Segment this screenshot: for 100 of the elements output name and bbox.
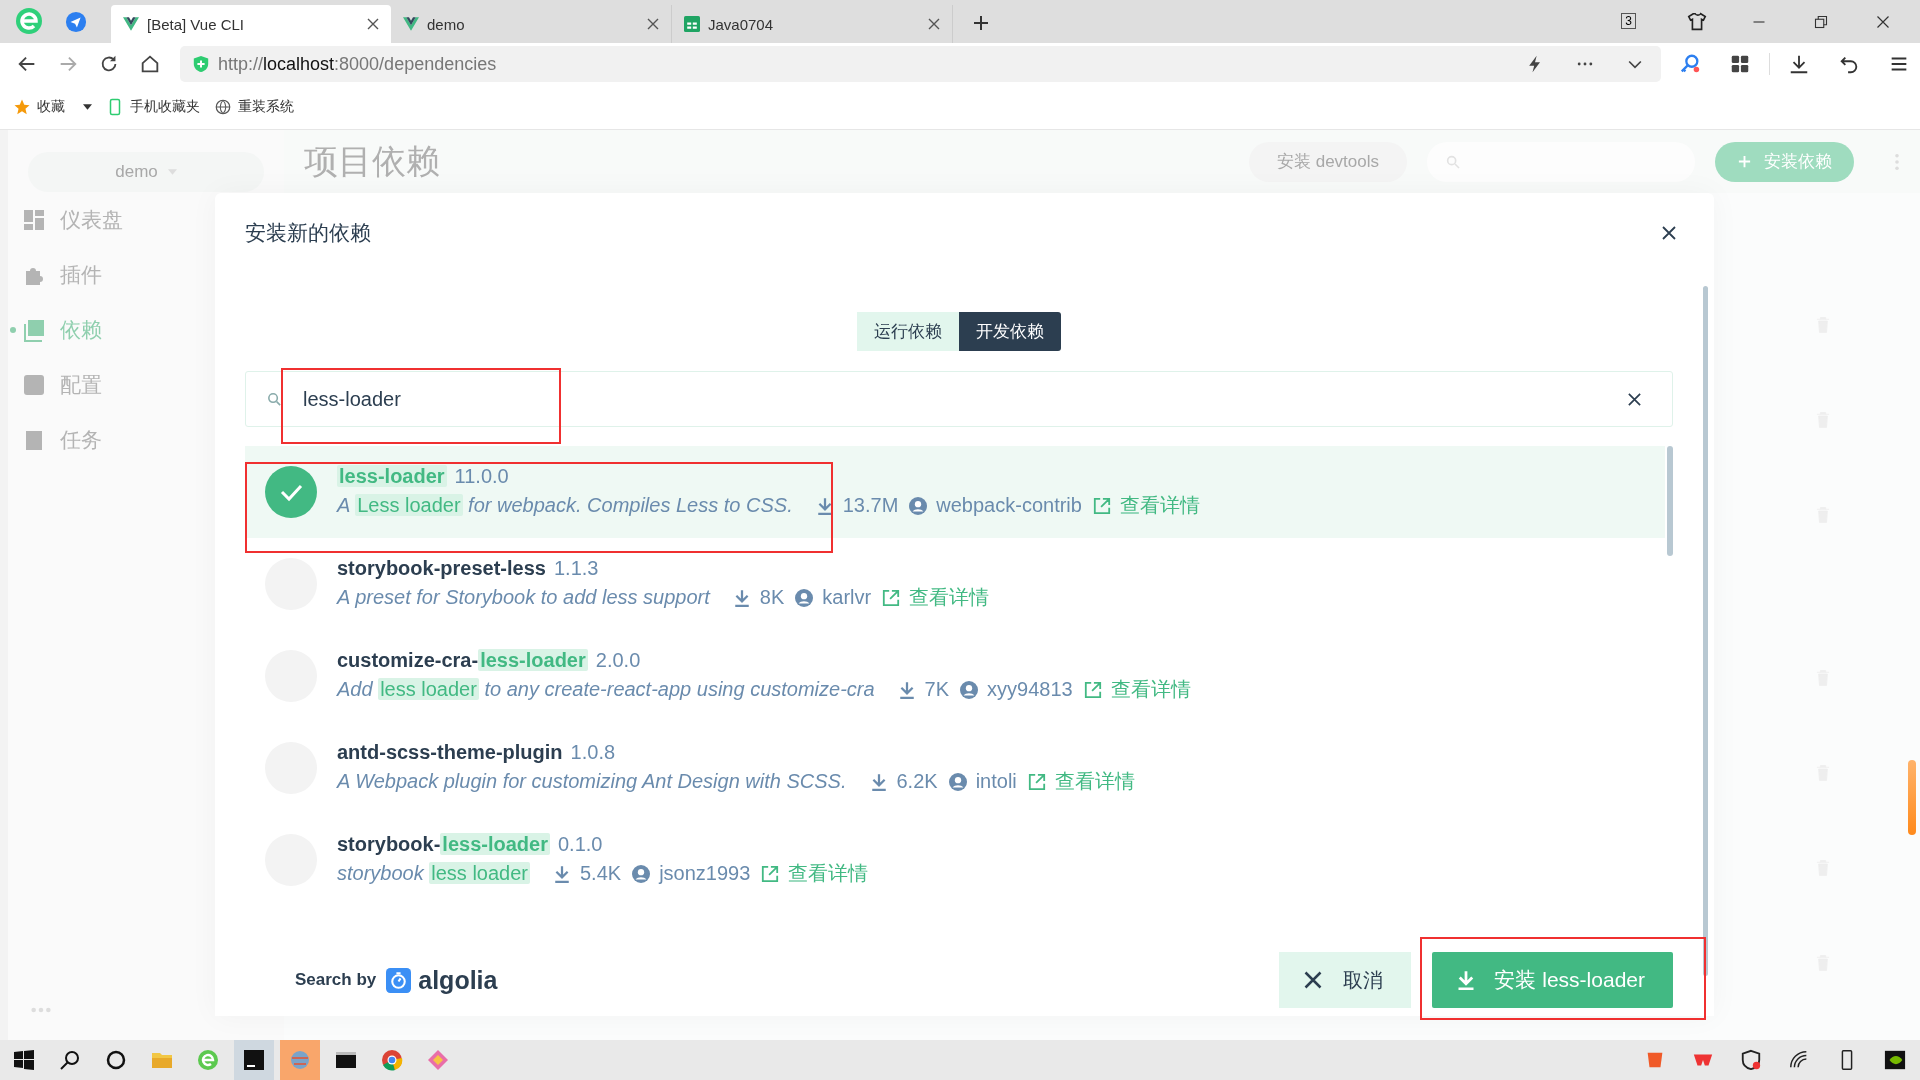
clear-icon[interactable] <box>1627 391 1642 407</box>
package-name: customize-cra-less-loader <box>337 649 588 672</box>
browser-tab[interactable]: [Beta] Vue CLI <box>111 5 391 43</box>
download-icon <box>815 496 834 515</box>
search-field[interactable] <box>1427 141 1695 182</box>
browser-logo-icon[interactable] <box>13 5 45 37</box>
dashboard-icon <box>22 207 46 232</box>
package-name: storybook-preset-less <box>337 557 546 580</box>
download-count: 5.4K <box>580 862 622 885</box>
bookmark-item[interactable]: 手机收藏夹 <box>106 98 200 116</box>
apps-icon[interactable] <box>1729 53 1751 75</box>
search-icon <box>1445 153 1461 170</box>
tab-count[interactable]: 3 <box>1621 13 1636 29</box>
books-icon <box>22 317 46 342</box>
close-icon[interactable] <box>928 18 940 30</box>
algolia-logo-text: algolia <box>418 965 498 995</box>
package-version: 2.0.0 <box>595 649 641 672</box>
chrome-icon[interactable] <box>380 1048 404 1072</box>
package-description: A Less loader for webpack. Compiles Less to CSS. <box>337 494 793 517</box>
package-name: storybook-less-loader <box>337 833 550 856</box>
send-icon[interactable] <box>65 11 87 33</box>
scrollbar[interactable] <box>1908 760 1916 835</box>
package-name: antd-scss-theme-plugin <box>337 741 563 764</box>
cancel-button[interactable]: 取消 <box>1279 952 1412 1008</box>
package-description: A Webpack plugin for customizing Ant Design with SCSS. <box>337 770 847 793</box>
package-row[interactable]: antd-scss-theme-plugin 1.0.8 A Webpack plugin for customizing Ant Design with SCSS. 6.2K intoli 查看详情 <box>245 722 1665 814</box>
circle-icon[interactable] <box>104 1048 128 1072</box>
globe-icon <box>214 98 232 116</box>
external-link-icon[interactable] <box>1027 772 1046 791</box>
new-tab-icon[interactable] <box>973 15 989 31</box>
download-count: 13.7M <box>842 494 899 517</box>
shirt-icon[interactable] <box>1686 11 1708 33</box>
type-tab[interactable]: 开发依赖 <box>959 312 1061 351</box>
user-icon <box>960 680 979 699</box>
package-description: Add less loader to any create-react-app using customize-cra <box>337 678 875 701</box>
diamond-icon[interactable] <box>426 1048 450 1072</box>
package-author: webpack-contrib <box>936 494 1082 517</box>
caret-icon[interactable] <box>83 104 92 110</box>
package-author: xyy94813 <box>987 678 1073 701</box>
close-icon[interactable] <box>647 18 659 30</box>
package-description: A preset for Storybook to add less support <box>337 586 710 609</box>
package-row[interactable]: customize-cra-less-loader 2.0.0 Add less loader to any create-react-app using customize-cra 7K xyy94813 查看详情 <box>245 630 1665 722</box>
package-author: jsonz1993 <box>659 862 751 885</box>
vue-logo-icon <box>403 16 419 32</box>
check-circle-icon <box>265 466 317 518</box>
download-count: 6.2K <box>896 770 938 793</box>
package-version: 11.0.0 <box>454 465 509 488</box>
download-icon <box>869 772 888 791</box>
download-count: 8K <box>759 586 785 609</box>
caret-icon <box>167 169 177 175</box>
bookmark-item[interactable]: 收藏 <box>13 98 92 116</box>
spreadsheet-icon <box>684 16 700 32</box>
plus-icon <box>1737 154 1752 169</box>
close-icon[interactable] <box>1661 225 1677 241</box>
vue-logo-icon <box>123 16 139 32</box>
shield-icon <box>192 55 210 73</box>
search-icon[interactable] <box>58 1048 82 1072</box>
package-version: 0.1.0 <box>557 833 603 856</box>
download-icon <box>897 680 916 699</box>
browser-tab[interactable]: Java0704 <box>672 5 953 43</box>
package-row[interactable]: storybook-less-loader 0.1.0 storybook less loader 5.4K jsonz1993 查看详情 <box>245 814 1665 906</box>
external-link-icon[interactable] <box>1083 680 1102 699</box>
package-version: 1.0.8 <box>570 741 616 764</box>
user-icon <box>909 496 928 515</box>
search-icon <box>266 390 283 408</box>
package-version: 1.1.3 <box>553 557 599 580</box>
package-description: storybook less loader <box>337 862 530 885</box>
download-count: 7K <box>924 678 950 701</box>
download-icon <box>1456 970 1477 990</box>
package-author: intoli <box>975 770 1017 793</box>
key-search-icon[interactable] <box>1679 53 1701 75</box>
ide-icon[interactable] <box>234 1040 274 1080</box>
scrollbar[interactable] <box>1667 446 1673 556</box>
dialog-title: 安装新的依赖 <box>245 220 371 246</box>
close-icon[interactable] <box>367 18 379 30</box>
home-icon[interactable] <box>139 53 161 75</box>
package-name: less-loader <box>337 465 447 488</box>
external-link-icon[interactable] <box>882 588 901 607</box>
gear-icon <box>22 372 46 397</box>
external-link-icon[interactable] <box>761 864 780 883</box>
type-tab[interactable]: 运行依赖 <box>857 312 959 351</box>
download-icon[interactable] <box>1788 53 1810 75</box>
external-link-icon[interactable] <box>1092 496 1111 515</box>
address-bar[interactable]: http://localhost:8000/dependencies <box>180 46 1661 82</box>
gpu-icon[interactable] <box>1884 1049 1906 1071</box>
package-row[interactable]: storybook-preset-less 1.1.3 A preset for Storybook to add less support 8K karlvr 查看详情 <box>245 538 1665 630</box>
search-field[interactable]: less-loader <box>245 371 1673 427</box>
scrollbar[interactable] <box>1703 286 1708 976</box>
stopwatch-logo-icon <box>386 967 412 993</box>
security-shield-icon[interactable] <box>1740 1049 1762 1071</box>
page-title: 项目依赖 <box>304 140 440 182</box>
url-text: http://localhost:8000/dependencies <box>218 53 497 75</box>
browser-tab[interactable]: demo <box>391 5 672 43</box>
browser-logo-icon[interactable] <box>196 1048 220 1072</box>
search-by-label: Search by <box>295 970 377 990</box>
download-icon <box>553 864 571 883</box>
user-icon <box>795 588 814 607</box>
bookmark-item[interactable]: 重装系统 <box>214 98 294 116</box>
windows-start-icon[interactable] <box>12 1048 36 1072</box>
download-icon <box>732 588 751 607</box>
